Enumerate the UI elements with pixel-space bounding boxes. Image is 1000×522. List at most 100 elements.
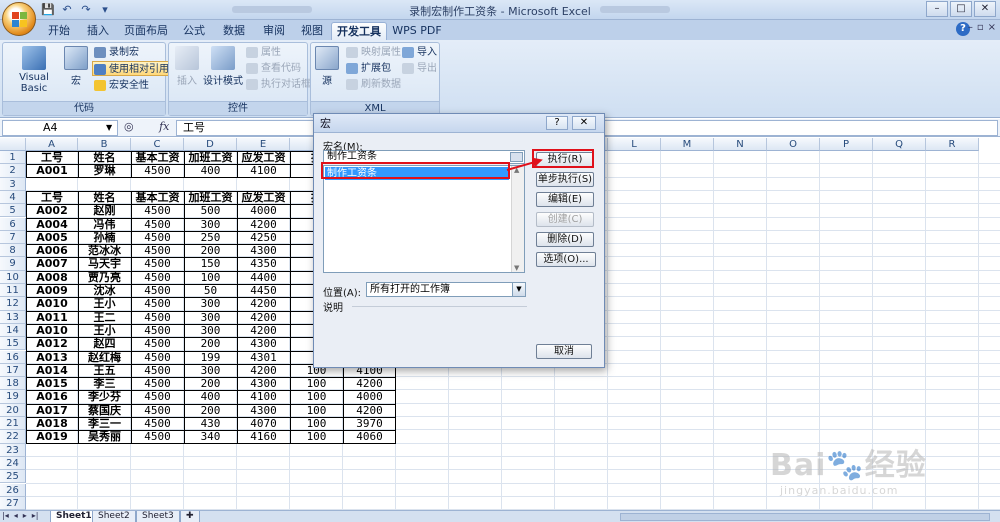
cell[interactable]: 4200 (237, 297, 290, 310)
export-button[interactable]: 导出 (401, 61, 437, 76)
design-mode-button[interactable]: 设计模式 (203, 46, 243, 87)
cell[interactable]: 100 (290, 390, 343, 403)
import-button[interactable]: 导入 (401, 45, 437, 60)
cell[interactable]: 4500 (131, 271, 184, 284)
cell[interactable]: 姓名 (78, 191, 131, 204)
row-header-4[interactable]: 4 (0, 190, 26, 205)
row-header-27[interactable]: 27 (0, 496, 26, 510)
cell[interactable]: 基本工资 (131, 151, 184, 164)
row-header-20[interactable]: 20 (0, 403, 26, 417)
next-sheet-icon[interactable]: ▸ (23, 511, 27, 520)
last-sheet-icon[interactable]: ▸| (32, 511, 39, 520)
cell[interactable]: 4000 (343, 390, 396, 403)
row-header-17[interactable]: 17 (0, 363, 26, 378)
row-header-21[interactable]: 21 (0, 417, 26, 431)
tab-page-layout[interactable]: 页面布局 (118, 22, 174, 40)
cell[interactable]: 4300 (237, 244, 290, 257)
cell[interactable]: 李少芬 (78, 390, 131, 403)
cell[interactable]: 4500 (131, 244, 184, 257)
cell[interactable]: 4500 (131, 404, 184, 417)
cell[interactable]: A002 (26, 204, 78, 217)
cell[interactable]: 加班工资 (184, 191, 237, 204)
cell[interactable]: 199 (184, 351, 237, 364)
cell[interactable]: 王小 (78, 297, 131, 310)
cell[interactable]: A001 (26, 164, 78, 177)
row-header-26[interactable]: 26 (0, 483, 26, 497)
column-header-M[interactable]: M (661, 138, 714, 151)
cell[interactable]: 4060 (343, 430, 396, 443)
cell[interactable]: A018 (26, 417, 78, 430)
sheet-tab-sheet3[interactable]: Sheet3 (136, 511, 180, 522)
cell[interactable]: 4500 (131, 284, 184, 297)
cell[interactable]: 4500 (131, 324, 184, 337)
cell[interactable]: 李三 (78, 377, 131, 390)
cell[interactable]: 300 (184, 324, 237, 337)
row-header-5[interactable]: 5 (0, 204, 26, 218)
cell[interactable]: 4250 (237, 231, 290, 244)
cell[interactable]: 罗琳 (78, 164, 131, 177)
cell[interactable]: A007 (26, 257, 78, 270)
cell[interactable]: A008 (26, 271, 78, 284)
cell[interactable]: 加班工资 (184, 151, 237, 164)
macro-name-input[interactable]: 制作工资条 (323, 150, 525, 164)
cell[interactable]: 基本工资 (131, 191, 184, 204)
cell[interactable]: 4500 (131, 351, 184, 364)
cell[interactable]: 冯伟 (78, 218, 131, 231)
column-header-B[interactable]: B (78, 138, 131, 151)
cell[interactable]: 4000 (237, 204, 290, 217)
sheet-tab-sheet1[interactable]: Sheet1 (50, 511, 98, 522)
cell[interactable]: 工号 (26, 191, 78, 204)
cancel-button[interactable]: 取消 (536, 344, 592, 359)
tab-insert[interactable]: 插入 (78, 22, 118, 40)
first-sheet-icon[interactable]: |◂ (2, 511, 9, 520)
column-header-P[interactable]: P (820, 138, 873, 151)
cell[interactable]: 4500 (131, 204, 184, 217)
cell[interactable]: 100 (290, 430, 343, 443)
cell[interactable]: 赵红梅 (78, 351, 131, 364)
cell[interactable]: A016 (26, 390, 78, 403)
cell[interactable]: 4200 (343, 404, 396, 417)
collapse-dialog-icon[interactable] (510, 152, 523, 162)
row-header-11[interactable]: 11 (0, 284, 26, 298)
cell[interactable]: 赵刚 (78, 204, 131, 217)
cell[interactable]: 400 (184, 390, 237, 403)
cell[interactable]: 3970 (343, 417, 396, 430)
column-header-Q[interactable]: Q (873, 138, 926, 151)
row-header-10[interactable]: 10 (0, 270, 26, 284)
macros-button[interactable]: 宏 (63, 46, 89, 87)
row-header-15[interactable]: 15 (0, 337, 26, 351)
macro-security-button[interactable]: 宏安全性 (93, 78, 149, 93)
cell[interactable]: 4500 (131, 377, 184, 390)
cell[interactable]: 200 (184, 404, 237, 417)
cell[interactable]: 4500 (131, 164, 184, 177)
cell[interactable]: 100 (184, 271, 237, 284)
horizontal-scrollbar[interactable] (620, 513, 990, 521)
cell[interactable]: 4200 (237, 218, 290, 231)
cell[interactable]: A004 (26, 218, 78, 231)
cell[interactable]: 4500 (131, 390, 184, 403)
row-header-16[interactable]: 16 (0, 350, 26, 364)
cell[interactable]: 范冰冰 (78, 244, 131, 257)
cell[interactable]: 100 (290, 377, 343, 390)
row-header-2[interactable]: 2 (0, 164, 26, 178)
tab-view[interactable]: 视图 (294, 22, 330, 40)
prev-sheet-icon[interactable]: ◂ (14, 511, 18, 520)
record-macro-button[interactable]: 录制宏 (93, 45, 139, 60)
minimize-button[interactable]: – (926, 1, 948, 17)
cell[interactable]: 4200 (237, 364, 290, 377)
cell[interactable]: 4450 (237, 284, 290, 297)
row-header-24[interactable]: 24 (0, 456, 26, 471)
cell[interactable]: 4500 (131, 311, 184, 324)
create-button[interactable]: 创建(C) (536, 212, 594, 227)
cell[interactable]: 250 (184, 231, 237, 244)
cell[interactable]: 王小 (78, 324, 131, 337)
column-header-O[interactable]: O (767, 138, 820, 151)
insert-function-icon[interactable]: fx (159, 120, 169, 133)
cell[interactable]: 4300 (237, 404, 290, 417)
step-into-button[interactable]: 单步执行(S) (536, 172, 594, 187)
xml-source-button[interactable]: 源 (315, 46, 339, 87)
cell[interactable]: 300 (184, 311, 237, 324)
cell[interactable]: 4500 (131, 297, 184, 310)
dialog-close-button[interactable]: ✕ (572, 116, 596, 130)
run-button[interactable]: 执行(R) (536, 152, 594, 167)
